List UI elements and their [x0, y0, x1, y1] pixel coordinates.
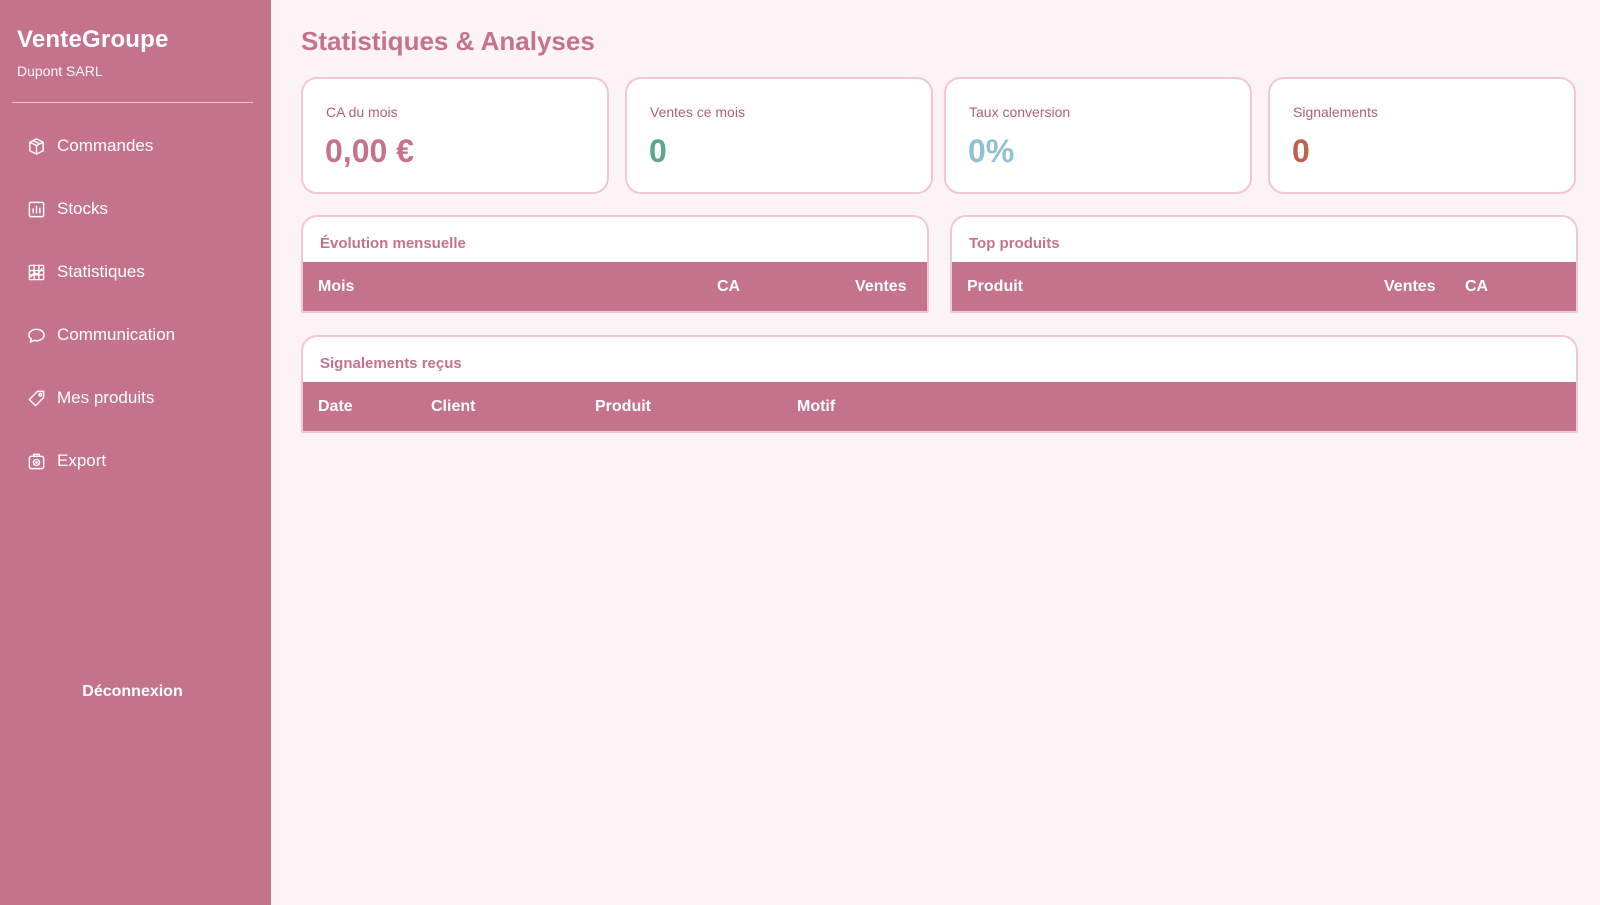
column-header-date[interactable]: Date — [318, 398, 353, 416]
export-icon — [26, 451, 46, 471]
logout-button[interactable]: Déconnexion — [0, 683, 265, 701]
sidebar-item-label: Mes produits — [57, 388, 155, 407]
chart-grid-icon — [26, 262, 46, 282]
stat-value: 0% — [968, 133, 1015, 169]
brand: VenteGroupe Dupont SARL — [17, 26, 169, 79]
panel-signalements-recus: Signalements reçus Date Client Produit M… — [301, 335, 1578, 433]
sidebar-item-export[interactable]: Export — [0, 441, 271, 481]
column-header-produit[interactable]: Produit — [595, 398, 651, 416]
column-header-ventes[interactable]: Ventes — [855, 278, 907, 296]
sidebar-divider — [12, 102, 253, 103]
brand-name: VenteGroupe — [17, 26, 169, 53]
table-header: Produit Ventes CA — [952, 262, 1576, 311]
panel-evolution-mensuelle: Évolution mensuelle Mois CA Ventes — [301, 215, 929, 313]
panel-top-produits: Top produits Produit Ventes CA — [950, 215, 1578, 313]
sidebar-item-stocks[interactable]: Stocks — [0, 189, 271, 229]
stat-label: CA du mois — [326, 104, 398, 120]
column-header-mois[interactable]: Mois — [318, 278, 354, 296]
box-icon — [26, 136, 46, 156]
column-header-client[interactable]: Client — [431, 398, 475, 416]
sidebar-item-label: Stocks — [57, 199, 109, 218]
panel-title: Top produits — [969, 235, 1060, 252]
sidebar-item-label: Export — [57, 451, 107, 470]
page-title: Statistiques & Analyses — [301, 26, 595, 56]
sidebar-item-label: Communication — [57, 325, 176, 344]
column-header-ventes[interactable]: Ventes — [1384, 278, 1436, 296]
sidebar-item-communication[interactable]: Communication — [0, 315, 271, 355]
main-content: Statistiques & Analyses CA du mois 0,00 … — [271, 0, 1600, 905]
stat-card-ca: CA du mois 0,00 € — [301, 77, 609, 194]
stat-value: 0 — [649, 133, 667, 169]
bar-chart-icon — [26, 199, 46, 219]
table-header: Date Client Produit Motif — [303, 382, 1576, 431]
column-header-produit[interactable]: Produit — [967, 278, 1023, 296]
sidebar-nav: Commandes Stocks Statistiques Communicat… — [0, 126, 271, 504]
stat-label: Taux conversion — [969, 104, 1071, 120]
stat-card-taux: Taux conversion 0% — [944, 77, 1252, 194]
stat-label: Signalements — [1293, 104, 1378, 120]
table-header: Mois CA Ventes — [303, 262, 927, 311]
sidebar: VenteGroupe Dupont SARL Commandes Stocks… — [0, 0, 271, 905]
speech-bubble-icon — [26, 325, 46, 345]
stat-label: Ventes ce mois — [650, 104, 745, 120]
sidebar-item-label: Commandes — [57, 136, 154, 155]
stat-value: 0 — [1292, 133, 1310, 169]
stat-card-signalements: Signalements 0 — [1268, 77, 1576, 194]
panel-title: Signalements reçus — [320, 355, 462, 372]
stat-card-ventes: Ventes ce mois 0 — [625, 77, 933, 194]
tag-icon — [26, 388, 46, 408]
sidebar-item-commandes[interactable]: Commandes — [0, 126, 271, 166]
sidebar-item-statistiques[interactable]: Statistiques — [0, 252, 271, 292]
sidebar-item-mes-produits[interactable]: Mes produits — [0, 378, 271, 418]
column-header-ca[interactable]: CA — [1465, 278, 1488, 296]
column-header-ca[interactable]: CA — [717, 278, 740, 296]
stat-value: 0,00 € — [325, 133, 414, 169]
column-header-motif[interactable]: Motif — [797, 398, 835, 416]
panel-title: Évolution mensuelle — [320, 235, 466, 252]
company-name: Dupont SARL — [17, 63, 103, 79]
sidebar-item-label: Statistiques — [57, 262, 145, 281]
app-root: VenteGroupe Dupont SARL Commandes Stocks… — [0, 0, 1600, 905]
